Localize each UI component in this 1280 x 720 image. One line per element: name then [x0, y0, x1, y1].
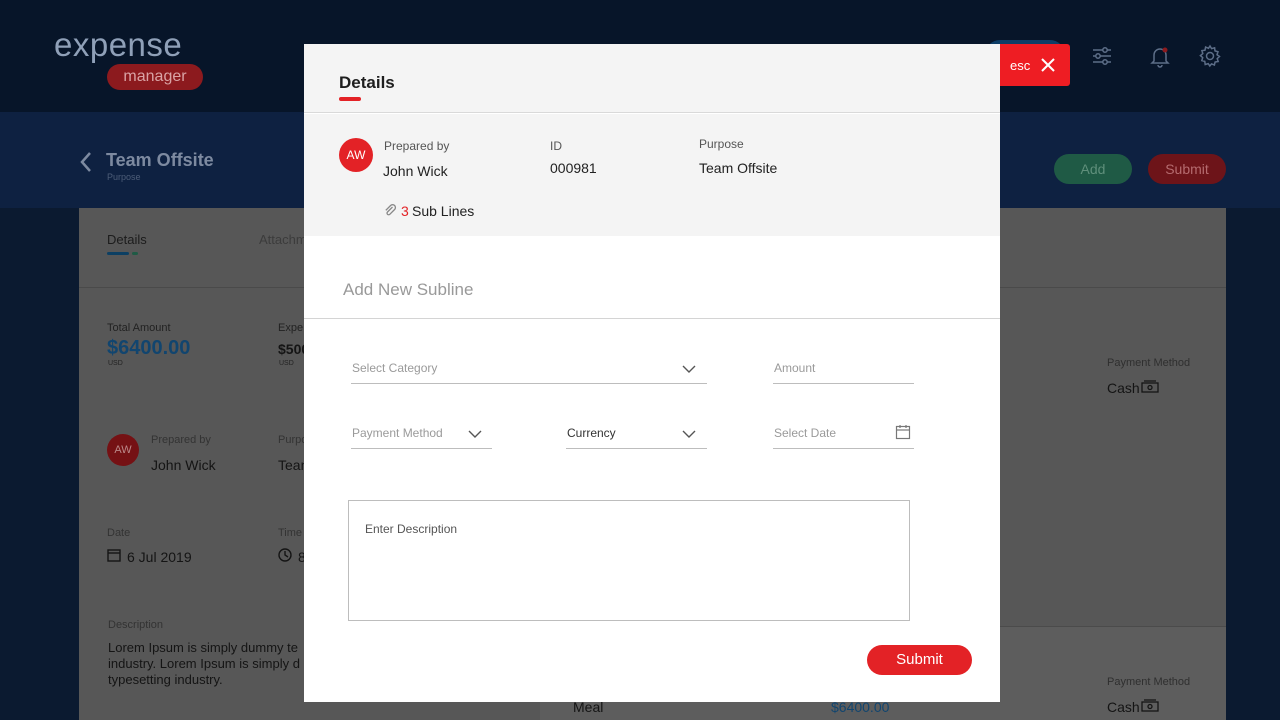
expense-label: Expe — [278, 322, 304, 334]
tab-attachments[interactable]: Attachm — [259, 232, 307, 247]
gear-icon[interactable] — [1198, 44, 1222, 68]
description-line: Lorem Ipsum is simply dummy te — [108, 640, 298, 655]
payment-method-select[interactable]: Payment Method — [351, 417, 492, 449]
payment-method-placeholder: Payment Method — [352, 426, 443, 440]
description-textarea[interactable]: Enter Description — [348, 500, 910, 621]
tab-details[interactable]: Details — [107, 232, 147, 247]
modal-header: Details — [304, 44, 1000, 113]
description-label: Description — [108, 619, 164, 631]
chevron-down-icon — [682, 430, 696, 438]
close-modal-button[interactable]: esc — [1000, 44, 1070, 86]
lower-payment-method-value: Cash — [1107, 699, 1140, 715]
category-placeholder: Select Category — [352, 361, 438, 375]
date-value: 6 Jul 2019 — [127, 549, 192, 565]
purpose-value: Team Offsite — [699, 160, 778, 176]
description-placeholder: Enter Description — [365, 522, 458, 536]
subline-modal: Details AW Prepared by John Wick ID 0009… — [304, 44, 1000, 702]
calendar-icon — [107, 549, 121, 562]
bell-icon[interactable] — [1148, 44, 1172, 68]
clock-icon — [278, 548, 292, 562]
cash-icon — [1141, 380, 1159, 393]
payment-method-label: Payment Method — [1107, 357, 1191, 369]
back-arrow-icon[interactable] — [78, 150, 94, 174]
logo-text: expense — [54, 26, 183, 63]
amount-placeholder: Amount — [774, 361, 816, 375]
esc-label: esc — [1010, 58, 1031, 73]
sublines-label[interactable]: Sub Lines — [412, 203, 474, 219]
id-value: 000981 — [550, 160, 597, 176]
description-text: Lorem Ipsum is simply dummy te industry.… — [108, 640, 304, 688]
modal-title-indicator — [339, 97, 361, 101]
lower-payment-method-label: Payment Method — [1107, 676, 1191, 688]
currency-select[interactable]: Currency — [566, 417, 707, 449]
payment-method-value: Cash — [1107, 380, 1140, 396]
description-line: typesetting industry. — [108, 672, 223, 687]
id-label: ID — [550, 139, 562, 153]
expense-currency: USD — [279, 360, 294, 367]
time-label: Time — [278, 527, 303, 539]
total-currency: USD — [108, 360, 123, 367]
report-title: Team Offsite — [106, 150, 214, 170]
add-button[interactable]: Add — [1054, 154, 1132, 184]
prepared-by-value: John Wick — [383, 163, 448, 179]
description-line: industry. Lorem Ipsum is simply d — [108, 656, 300, 671]
logo-badge: manager — [107, 64, 203, 90]
category-select[interactable]: Select Category — [351, 352, 707, 384]
close-icon — [1041, 58, 1055, 72]
add-subline-heading: Add New Subline — [343, 280, 474, 299]
purpose-label: Purpo — [278, 434, 308, 446]
chevron-down-icon — [468, 430, 482, 438]
report-subtitle: Purpose — [107, 172, 141, 182]
date-picker[interactable]: Select Date — [773, 417, 914, 449]
prepared-by-label: Prepared by — [384, 139, 450, 153]
prepared-by-label: Prepared by — [151, 434, 211, 446]
total-amount-value: $6400.00 — [107, 337, 191, 359]
filter-sliders-icon[interactable] — [1090, 44, 1114, 68]
calendar-icon — [895, 425, 911, 440]
date-label: Date — [107, 527, 131, 539]
section-divider — [304, 318, 1000, 319]
prepared-by-value: John Wick — [151, 457, 216, 473]
total-amount-label: Total Amount — [107, 322, 171, 334]
subline-submit-button[interactable]: Submit — [867, 645, 972, 675]
sublines-count: 3 — [401, 203, 409, 219]
currency-value: Currency — [567, 426, 616, 440]
submit-button[interactable]: Submit — [1148, 154, 1226, 184]
paperclip-icon — [385, 204, 397, 216]
modal-title: Details — [339, 73, 395, 92]
chevron-down-icon — [682, 365, 696, 373]
date-placeholder: Select Date — [774, 426, 837, 440]
cash-icon — [1141, 699, 1159, 712]
purpose-label: Purpose — [699, 137, 744, 151]
tab-indicator — [107, 252, 129, 255]
amount-input[interactable]: Amount — [773, 352, 914, 384]
tab-indicator-dot — [132, 252, 138, 255]
avatar: AW — [339, 138, 373, 172]
avatar: AW — [107, 434, 139, 466]
report-summary: AW Prepared by John Wick ID 000981 Purpo… — [304, 114, 1000, 236]
